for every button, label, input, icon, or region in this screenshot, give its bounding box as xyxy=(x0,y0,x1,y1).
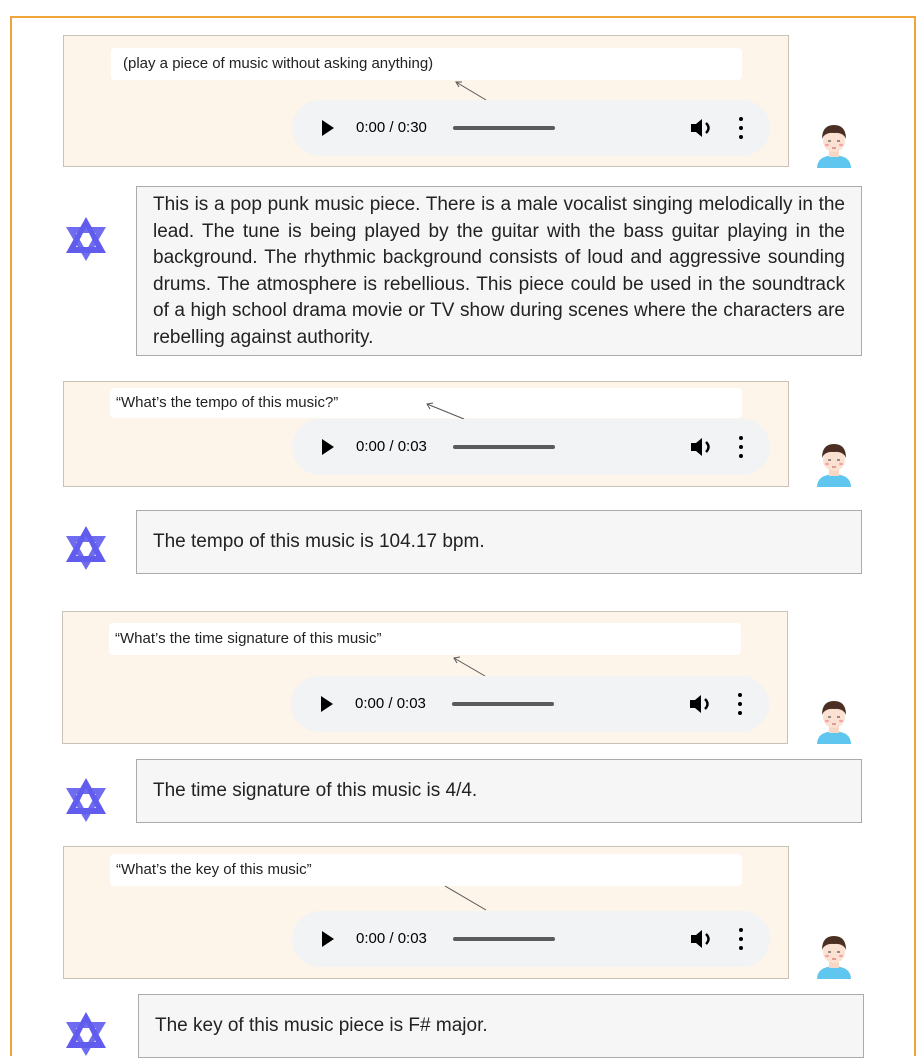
user-avatar-icon xyxy=(817,444,851,487)
more-vert-icon[interactable] xyxy=(738,693,742,715)
player-time: 0:00 / 0:03 xyxy=(355,695,426,712)
user-message-panel: “What’s the time signature of this music… xyxy=(62,611,788,744)
audio-player[interactable]: 0:00 / 0:03 xyxy=(292,911,770,967)
play-icon[interactable] xyxy=(322,931,334,947)
more-vert-icon[interactable] xyxy=(739,117,743,139)
bot-logo-icon xyxy=(66,526,106,570)
bot-response: The time signature of this music is 4/4. xyxy=(136,759,862,823)
progress-track[interactable] xyxy=(452,702,554,706)
progress-track[interactable] xyxy=(453,445,555,449)
user-avatar-icon xyxy=(817,701,851,744)
user-message-panel: (play a piece of music without asking an… xyxy=(63,35,789,167)
user-avatar-icon xyxy=(817,125,851,168)
player-time: 0:00 / 0:30 xyxy=(356,119,427,136)
player-time: 0:00 / 0:03 xyxy=(356,438,427,455)
player-time: 0:00 / 0:03 xyxy=(356,930,427,947)
volume-icon[interactable] xyxy=(690,436,716,458)
bot-response-text: This is a pop punk music piece. There is… xyxy=(153,194,845,348)
audio-player[interactable]: 0:00 / 0:03 xyxy=(291,676,769,732)
bot-response: The tempo of this music is 104.17 bpm. xyxy=(136,510,862,574)
more-vert-icon[interactable] xyxy=(739,436,743,458)
volume-icon[interactable] xyxy=(690,117,716,139)
user-message-panel: “What’s the tempo of this music?” 0:00 /… xyxy=(63,381,789,487)
more-vert-icon[interactable] xyxy=(739,928,743,950)
bot-logo-icon xyxy=(66,778,106,822)
play-icon[interactable] xyxy=(321,696,333,712)
bot-logo-icon xyxy=(66,217,106,261)
audio-player[interactable]: 0:00 / 0:03 xyxy=(292,419,770,475)
volume-icon[interactable] xyxy=(689,693,715,715)
bot-response: This is a pop punk music piece. There is… xyxy=(136,186,862,356)
audio-player[interactable]: 0:00 / 0:30 xyxy=(292,100,770,156)
bot-response: The key of this music piece is F# major. xyxy=(138,994,864,1058)
user-message-panel: “What’s the key of this music” 0:00 / 0:… xyxy=(63,846,789,979)
progress-track[interactable] xyxy=(453,126,555,130)
play-icon[interactable] xyxy=(322,439,334,455)
bot-logo-icon xyxy=(66,1012,106,1056)
progress-track[interactable] xyxy=(453,937,555,941)
play-icon[interactable] xyxy=(322,120,334,136)
volume-icon[interactable] xyxy=(690,928,716,950)
user-avatar-icon xyxy=(817,936,851,979)
